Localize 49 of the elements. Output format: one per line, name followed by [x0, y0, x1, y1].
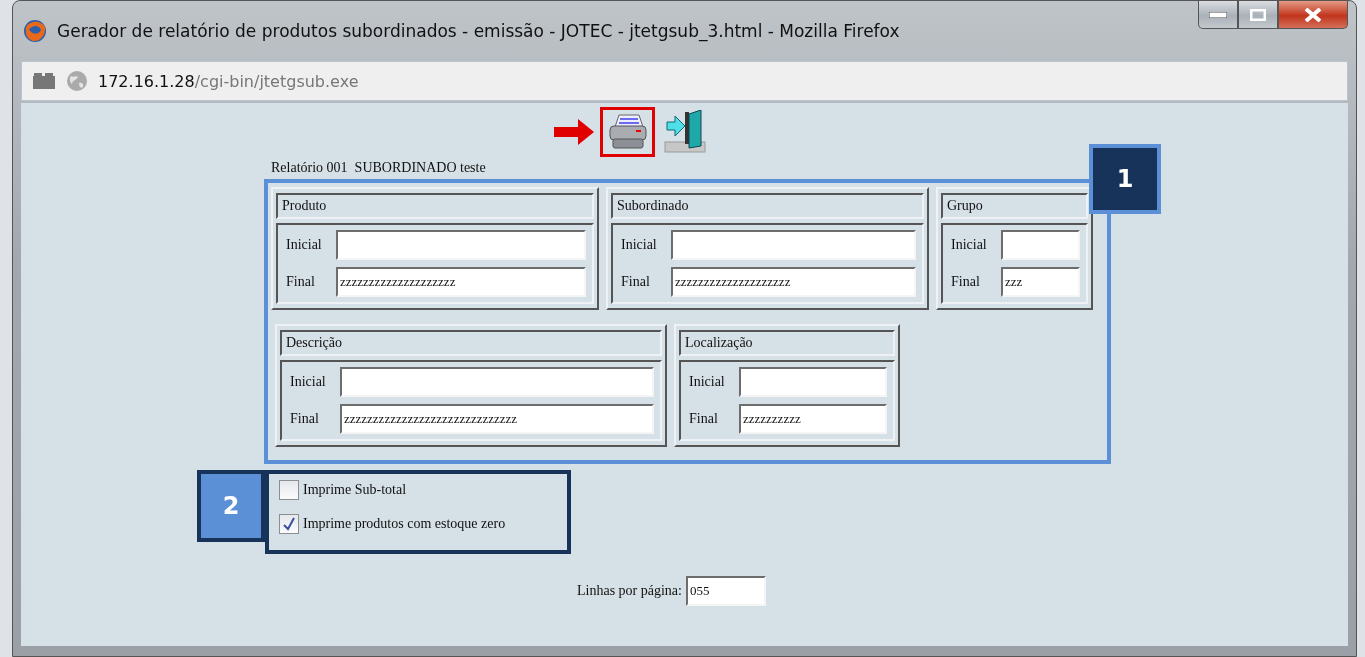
- text-field[interactable]: zzzzzzzzzzzzzzzzzzzz: [336, 267, 586, 297]
- close-button[interactable]: [1278, 1, 1348, 29]
- text-field[interactable]: [336, 230, 586, 260]
- report-title: Relatório 001 SUBORDINADO teste: [271, 159, 486, 177]
- text-field[interactable]: [739, 367, 887, 397]
- field-label: Inicial: [289, 374, 327, 390]
- panel-title: Subordinado: [611, 193, 924, 219]
- url-text[interactable]: 172.16.1.28/cgi-bin/jtetgsub.exe: [98, 71, 359, 91]
- checkmark-icon: [282, 517, 296, 531]
- exit-button[interactable]: [661, 108, 709, 156]
- text-field[interactable]: [1001, 230, 1080, 260]
- field-label: Final: [285, 274, 316, 290]
- panel-title: Descrição: [280, 330, 662, 356]
- option-label: Imprime Sub-total: [303, 482, 407, 498]
- checkbox[interactable]: [279, 514, 299, 534]
- field-label: Final: [950, 274, 981, 290]
- text-field[interactable]: zzz: [1001, 267, 1080, 297]
- firefox-icon: [23, 19, 47, 43]
- minimize-icon: [1209, 11, 1227, 18]
- tab-groups-icon[interactable]: [32, 72, 56, 90]
- callout-badge: 2: [197, 470, 265, 542]
- text-field[interactable]: zzzzzzzzzz: [739, 404, 887, 434]
- globe-icon: [66, 70, 88, 92]
- text-field[interactable]: [340, 367, 654, 397]
- arrow-icon: [554, 119, 594, 145]
- field-label: Linhas por página:: [577, 583, 682, 599]
- text-field[interactable]: 055: [686, 576, 766, 606]
- field-label: Inicial: [620, 237, 658, 253]
- minimize-button[interactable]: [1198, 1, 1238, 29]
- field-label: Final: [620, 274, 651, 290]
- text-field[interactable]: zzzzzzzzzzzzzzzzzzzz: [671, 267, 916, 297]
- maximize-icon: [1250, 8, 1266, 21]
- callout-badge: 1: [1089, 144, 1161, 214]
- field-label: Inicial: [950, 237, 988, 253]
- close-icon: [1304, 7, 1322, 22]
- panel-title: Localização: [679, 330, 895, 356]
- print-button[interactable]: [600, 107, 655, 157]
- text-field[interactable]: [671, 230, 916, 260]
- panel-title: Produto: [276, 193, 594, 219]
- field-label: Inicial: [285, 237, 323, 253]
- option-label: Imprime produtos com estoque zero: [303, 516, 506, 532]
- text-field[interactable]: zzzzzzzzzzzzzzzzzzzzzzzzzzzzzz: [340, 404, 654, 434]
- field-label: Final: [289, 411, 320, 427]
- panel-title: Grupo: [941, 193, 1088, 219]
- window-title: Gerador de relatório de produtos subordinados - emissão - JOTEC - jtetgsub_3.html - Mozilla Firefox: [57, 20, 900, 43]
- field-label: Final: [688, 411, 719, 427]
- checkbox[interactable]: [279, 480, 299, 500]
- maximize-button[interactable]: [1238, 1, 1278, 29]
- field-label: Inicial: [688, 374, 726, 390]
